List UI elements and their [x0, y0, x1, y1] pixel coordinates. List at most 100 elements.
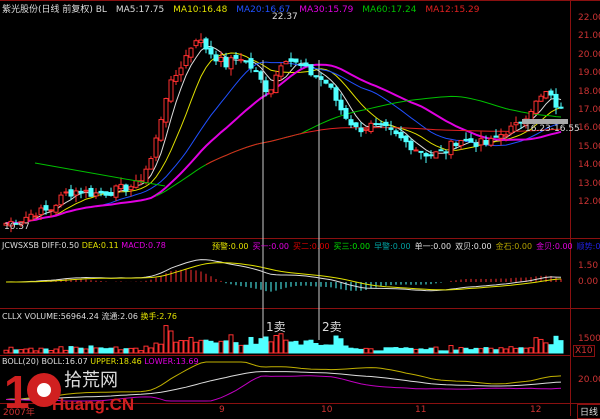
- ma60-label: MA60:17.24: [362, 5, 417, 15]
- lower-label: LOWER:13.69: [144, 357, 199, 366]
- volume-bar: [123, 348, 129, 354]
- volume-bar: [373, 350, 379, 354]
- candle: [408, 140, 414, 151]
- candle: [273, 74, 279, 94]
- volume-bar: [253, 343, 259, 354]
- volume-bar: [23, 348, 29, 354]
- volume-bar: [333, 335, 339, 354]
- volume-bar: [473, 347, 479, 354]
- volume-bar: [518, 347, 524, 354]
- candle: [398, 132, 404, 139]
- candle: [383, 121, 389, 127]
- candle: [488, 137, 494, 146]
- candle: [83, 189, 89, 192]
- price-tick: 19.00: [578, 68, 600, 79]
- price-tick: 18.00: [578, 86, 600, 97]
- volume-bar: [503, 348, 509, 354]
- candle: [463, 138, 469, 141]
- signal-label: 预警:0.00: [212, 242, 249, 251]
- volume-bar: [498, 347, 504, 354]
- candle: [153, 137, 159, 158]
- volume-bar: [173, 341, 179, 354]
- candle: [188, 47, 194, 58]
- candle: [63, 191, 69, 194]
- candle: [393, 130, 399, 135]
- dea-line: [6, 262, 562, 291]
- high-price-label: 22.37: [272, 12, 298, 22]
- candle: [553, 93, 559, 108]
- candle: [248, 58, 254, 69]
- volume-bar: [43, 348, 49, 354]
- volume-bar: [128, 347, 134, 354]
- volume-bar: [263, 336, 269, 354]
- volume-bar: [178, 340, 184, 354]
- volume-bar: [58, 346, 64, 354]
- candle: [378, 123, 384, 126]
- price-tick: 22.00: [578, 13, 600, 23]
- candle: [178, 67, 184, 76]
- candle: [48, 209, 54, 212]
- volume-bar: [248, 336, 254, 354]
- volume-bar: [98, 347, 104, 354]
- volume-tick: 15000: [578, 334, 600, 344]
- volume-bar: [488, 347, 494, 354]
- price-tick: 16.00: [578, 123, 600, 134]
- volume-bar: [353, 348, 359, 354]
- volume-bar: [38, 347, 44, 354]
- candle: [228, 57, 234, 70]
- candle: [333, 87, 339, 101]
- candle: [118, 183, 124, 190]
- svg-text:1: 1: [4, 366, 30, 414]
- price-tick: 13.00: [578, 178, 600, 189]
- volume-bar: [73, 346, 79, 354]
- volume-bar: [68, 346, 74, 354]
- volume-bar: [413, 348, 419, 354]
- volume-bar: [278, 333, 284, 354]
- signal-label: 早警:0.00: [374, 242, 411, 251]
- volume-bar: [528, 347, 534, 354]
- candle: [208, 47, 214, 55]
- candle: [283, 61, 289, 65]
- volume-bar: [533, 337, 539, 354]
- macd-tick: 1.50: [578, 261, 599, 271]
- volume-bar: [303, 340, 309, 354]
- macd-tick: 0.00: [578, 277, 599, 287]
- candle: [158, 119, 164, 141]
- volume-bar: [408, 347, 414, 354]
- candle: [68, 189, 74, 197]
- candle: [278, 65, 284, 77]
- candle: [388, 127, 394, 130]
- candle: [258, 71, 264, 80]
- volume-bar: [53, 348, 59, 354]
- candle: [133, 180, 139, 188]
- volume-bar: [48, 349, 54, 354]
- candle: [338, 99, 344, 111]
- signal-label: 顺势:0: [576, 242, 600, 251]
- volume-bar: [458, 346, 464, 354]
- volume-bar: [163, 325, 169, 354]
- signal-legend: 预警:0.00 买一:0.00 买二:0.00 买三:0.00 早警:0.00 单一:0.…: [212, 241, 600, 252]
- volume-bar: [443, 350, 449, 354]
- candle: [308, 64, 314, 76]
- volume-bar: [343, 345, 349, 354]
- volume-bar: [8, 346, 14, 354]
- volume-bar: [218, 340, 224, 354]
- volume-bar: [28, 347, 34, 354]
- candle: [28, 213, 34, 221]
- candle: [503, 134, 509, 137]
- volume-bar: [138, 350, 144, 354]
- volume-bar: [543, 342, 549, 354]
- volume-unit: X10: [573, 345, 595, 357]
- period-button[interactable]: 日线: [577, 404, 600, 419]
- price-chart[interactable]: [0, 0, 600, 416]
- candle: [183, 55, 189, 66]
- svg-text:拾荒网: 拾荒网: [64, 370, 118, 391]
- candle: [113, 185, 119, 198]
- candle: [433, 151, 439, 159]
- volume-bar: [523, 347, 529, 354]
- range-label: 16.23-16.55: [525, 124, 580, 134]
- candle: [243, 60, 249, 63]
- candle: [143, 168, 149, 184]
- volume-bar: [423, 349, 429, 354]
- volume-bar: [33, 350, 39, 354]
